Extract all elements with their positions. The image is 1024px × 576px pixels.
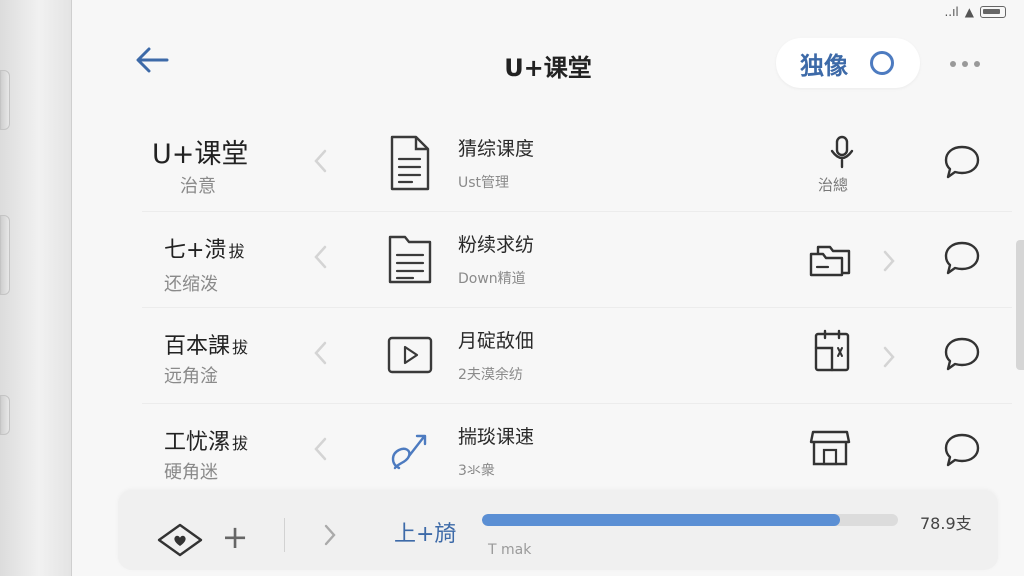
document-icon [386, 134, 434, 192]
chat-bubble-icon[interactable] [942, 142, 982, 182]
list-item[interactable]: 七+溃拔 还缩泼 粉续求纺 Down精道 [142, 212, 1012, 308]
row-item-subtitle: Down精道 [458, 271, 526, 287]
play-icon [386, 326, 434, 384]
more-options-icon[interactable] [942, 54, 988, 74]
row-left-title: 工忧漯拔 [164, 424, 248, 456]
chevron-right-icon[interactable] [878, 246, 900, 276]
row-item-subtitle: 2夫漠余纺 [458, 367, 523, 383]
chevron-left-icon[interactable] [308, 338, 332, 368]
device-side-button [0, 70, 10, 130]
row-left-title: U+课堂 [152, 139, 249, 170]
chevron-left-icon[interactable] [308, 434, 332, 464]
wifi-icon: ▲ [964, 5, 974, 19]
progress-value: 78.9支 [920, 514, 972, 533]
row-item-title: 粉续求纺 [458, 234, 535, 256]
signal-icon: ..ıl [944, 5, 959, 19]
device-bezel [0, 0, 72, 576]
device-side-button [0, 395, 10, 435]
clipboard-icon[interactable] [810, 328, 854, 372]
list-item[interactable]: U+课堂 治意 猜综课度 Ust管理 治總 [142, 116, 1012, 212]
row-item-subtitle: Ust管理 [458, 175, 510, 191]
progress-fill [482, 514, 840, 526]
row-left-tag: 拔 [232, 338, 249, 357]
row-left-title: 百本課拔 [164, 328, 248, 360]
folders-icon[interactable] [808, 238, 852, 282]
chat-bubble-icon[interactable] [942, 334, 982, 374]
status-bar: ..ıl ▲ [944, 2, 1006, 22]
battery-icon [980, 6, 1006, 18]
row-left-title: 七+溃拔 [164, 232, 244, 264]
store-icon[interactable] [808, 426, 852, 470]
bottom-player-bar: + 上+旑 78.9支 T mak [118, 490, 998, 570]
row-left-title-text: 七+溃 [164, 238, 227, 263]
chevron-right-icon[interactable] [320, 520, 340, 550]
heart-badge-icon[interactable] [156, 520, 204, 560]
list-item[interactable]: 工忧漯拔 硬角迷 揣琰课速 3氺衆 [142, 404, 1012, 500]
row-item-title: 揣琰课速 [458, 426, 535, 448]
row-left-subtitle: 还缩泼 [164, 274, 218, 295]
header-pill-button[interactable]: 独像 [776, 38, 920, 88]
progress-caption: T mak [488, 542, 532, 558]
circle-icon [870, 51, 894, 75]
chevron-left-icon[interactable] [308, 146, 332, 176]
mic-icon[interactable] [820, 130, 864, 174]
row-action-label: 治總 [818, 176, 849, 194]
pill-label: 独像 [800, 51, 848, 80]
row-left-subtitle: 硬角迷 [164, 462, 218, 483]
folder-document-icon [386, 230, 434, 288]
bottom-bar-label: 上+旑 [394, 522, 457, 547]
progress-bar[interactable] [482, 514, 898, 526]
row-left-tag: 拔 [228, 242, 245, 261]
scrollbar[interactable] [1016, 240, 1024, 370]
chevron-left-icon[interactable] [308, 242, 332, 272]
divider [284, 518, 285, 552]
device-side-button [0, 215, 10, 295]
top-app-bar: U+课堂 独像 [72, 22, 1024, 102]
row-left-subtitle: 治意 [180, 176, 216, 197]
link-icon [386, 422, 434, 480]
list-item[interactable]: 百本課拔 远角淦 月碇敌佃 2夫漠余纺 [142, 308, 1012, 404]
add-button[interactable]: + [218, 518, 252, 556]
row-left-tag: 拔 [232, 434, 249, 453]
course-list: U+课堂 治意 猜综课度 Ust管理 治總 七+溃 拔 还缩泼 粉续求纺 Dow… [142, 116, 1012, 500]
row-item-title: 猜综课度 [458, 138, 535, 160]
row-item-title: 月碇敌佃 [458, 330, 535, 352]
chat-bubble-icon[interactable] [942, 430, 982, 470]
chat-bubble-icon[interactable] [942, 238, 982, 278]
row-left-title-text: 工忧漯 [164, 430, 231, 455]
row-left-title-text: 百本課 [164, 334, 231, 359]
row-left-subtitle: 远角淦 [164, 366, 218, 387]
chevron-right-icon[interactable] [878, 342, 900, 372]
row-item-subtitle: 3氺衆 [458, 463, 495, 479]
